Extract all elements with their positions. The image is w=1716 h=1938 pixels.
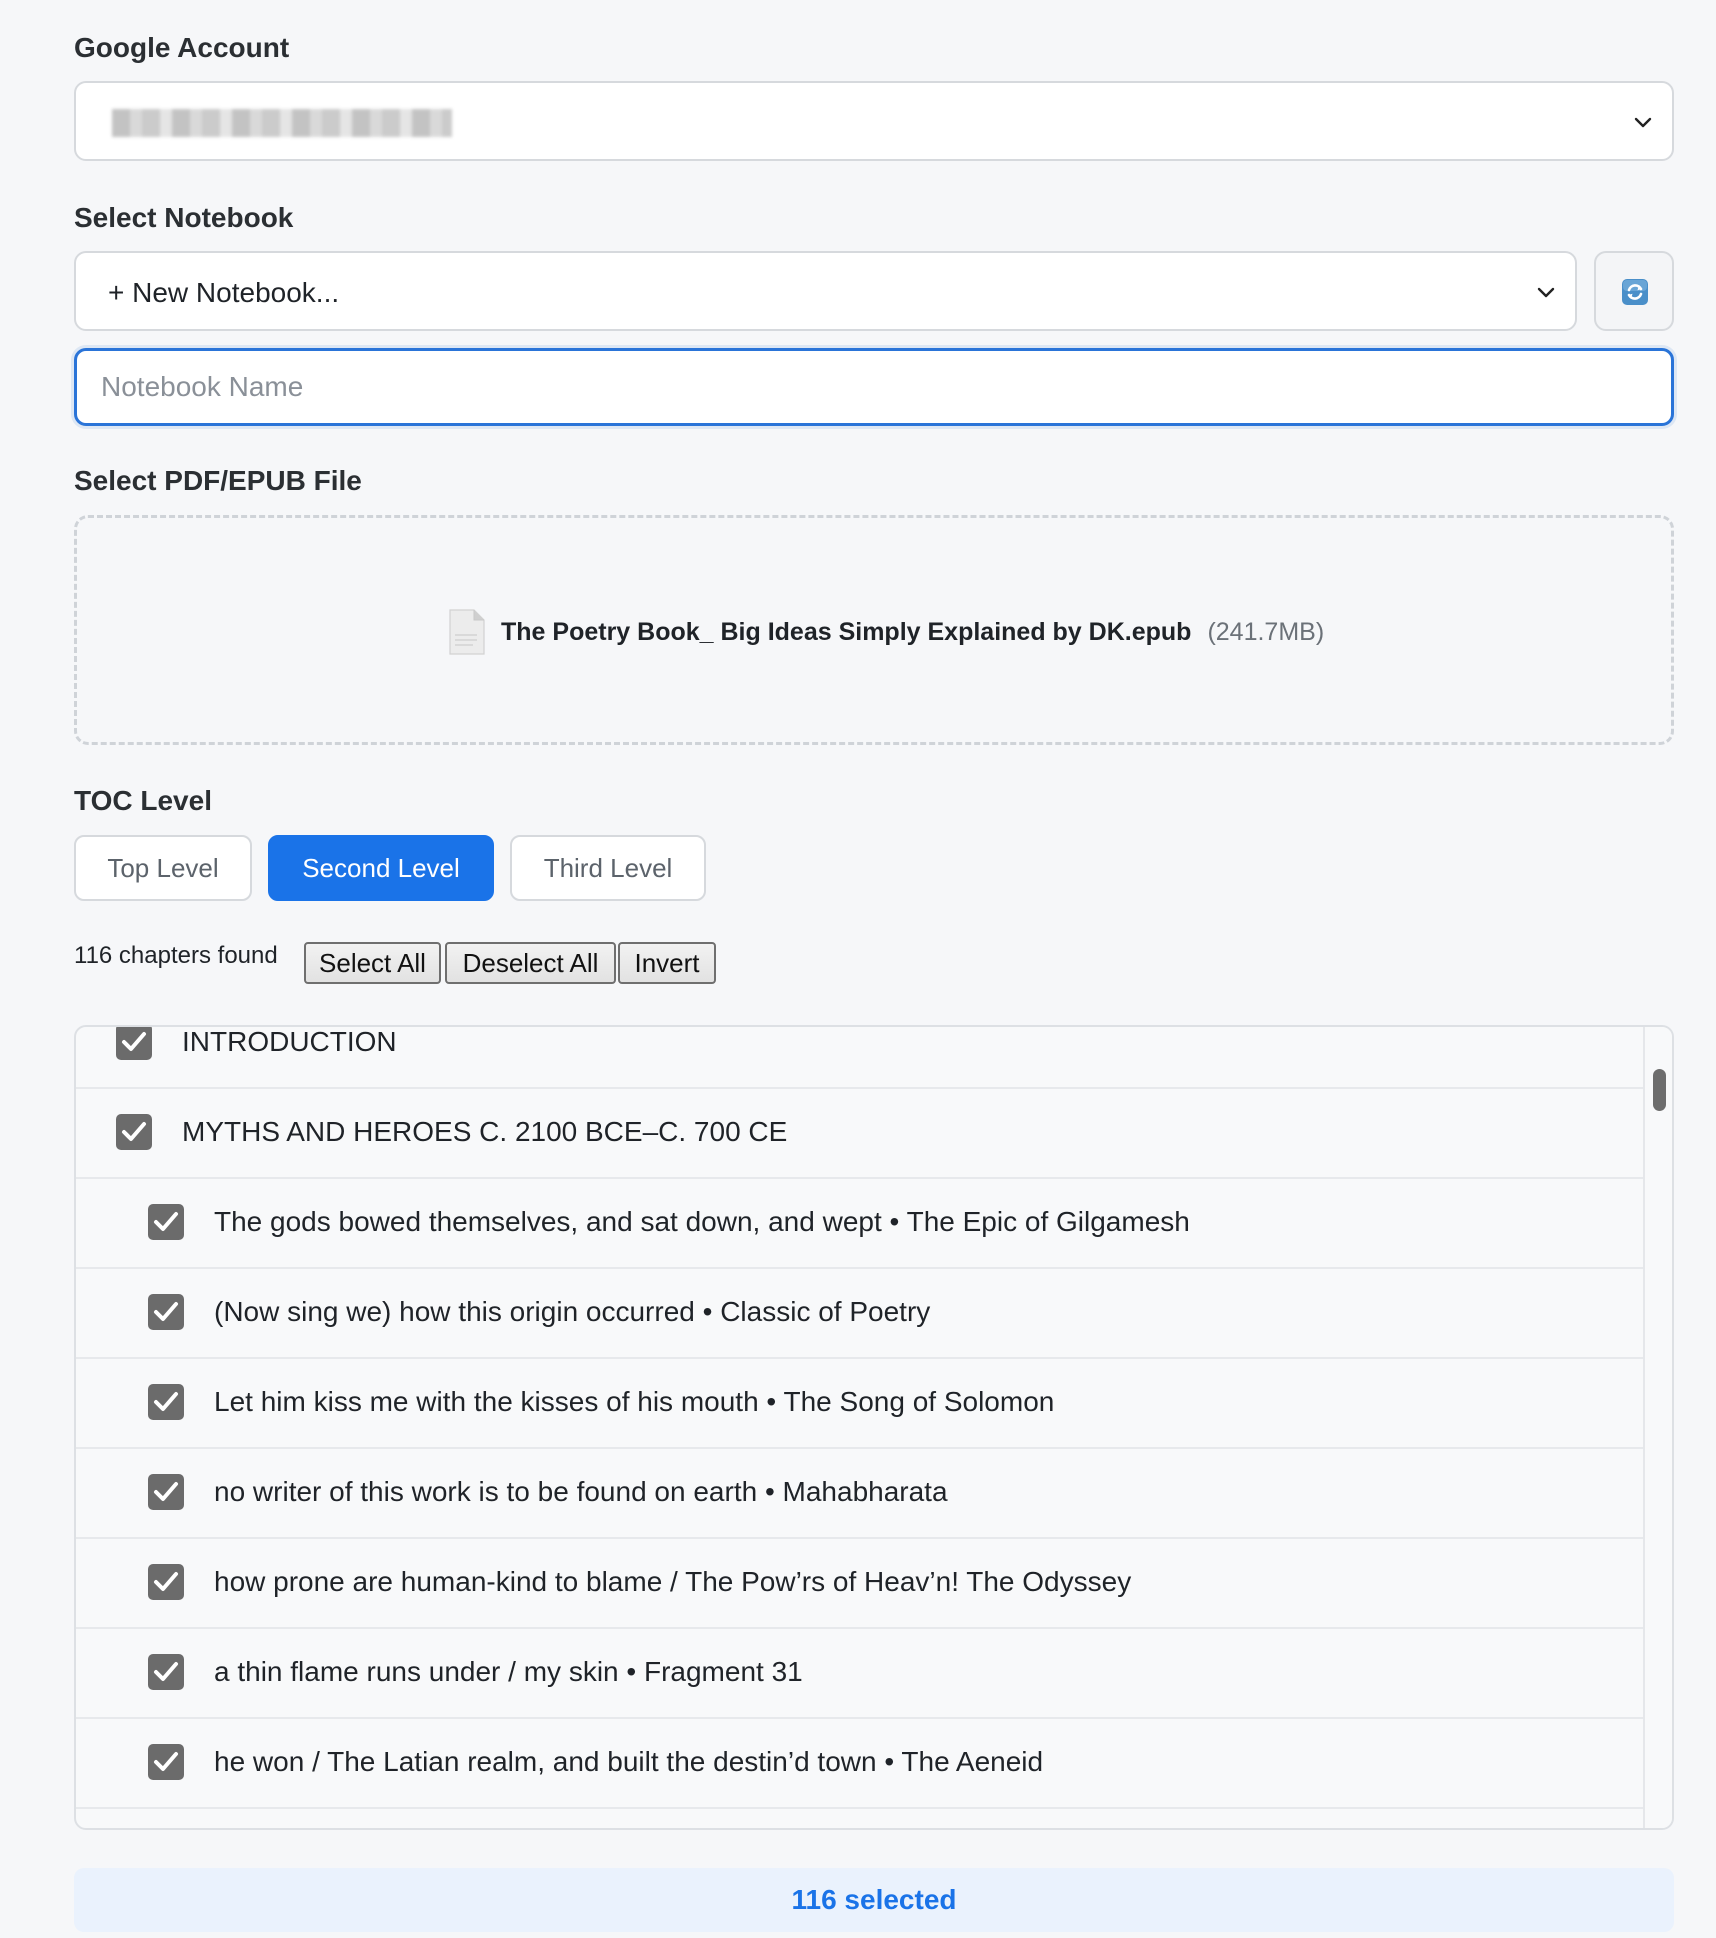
chapter-row[interactable]: Let him kiss me with the kisses of his m… (76, 1359, 1643, 1449)
selected-file: The Poetry Book_ Big Ideas Simply Explai… (447, 606, 1324, 658)
chapter-title: (Now sing we) how this origin occurred •… (214, 1296, 931, 1327)
chapter-row[interactable]: he won / The Latian realm, and built the… (76, 1719, 1643, 1809)
document-icon (449, 609, 485, 655)
chapter-checkbox[interactable] (148, 1744, 184, 1780)
account-email-redacted (112, 109, 452, 137)
toc-second-level-button[interactable]: Second Level (268, 835, 494, 901)
chapter-title: Let him kiss me with the kisses of his m… (214, 1386, 1055, 1417)
chapter-title: he won / The Latian realm, and built the… (214, 1746, 1044, 1777)
deselect-all-button[interactable]: Deselect All (445, 942, 616, 984)
checkmark-icon (122, 1122, 146, 1141)
checkmark-icon (122, 1032, 146, 1051)
chapter-row[interactable]: The gods bowed themselves, and sat down,… (76, 1179, 1643, 1269)
chapter-list[interactable]: INTRODUCTION MYTHS AND HEROES C. 2100 BCE… (74, 1025, 1674, 1830)
checkmark-icon (154, 1302, 178, 1321)
checkmark-icon (154, 1392, 178, 1411)
chapter-checkbox[interactable] (148, 1564, 184, 1600)
select-file-label: Select PDF/EPUB File (74, 465, 362, 496)
notebook-select[interactable]: + New Notebook... (74, 251, 1577, 331)
file-name: The Poetry Book_ Big Ideas Simply Explai… (501, 617, 1192, 646)
chapter-checkbox[interactable] (148, 1294, 184, 1330)
chapter-checkbox[interactable] (148, 1474, 184, 1510)
chevron-down-icon (1537, 287, 1555, 298)
checkmark-icon (154, 1482, 178, 1501)
chapter-row[interactable]: MYTHS AND HEROES C. 2100 BCE–C. 700 CE (76, 1089, 1643, 1179)
checkmark-icon (154, 1212, 178, 1231)
select-all-button[interactable]: Select All (304, 942, 441, 984)
chapter-checkbox[interactable] (116, 1114, 152, 1150)
chapter-title: a thin flame runs under / my skin • Frag… (214, 1656, 803, 1687)
selected-count: 116 selected (74, 1868, 1674, 1932)
chapter-checkbox[interactable] (148, 1654, 184, 1690)
refresh-icon (1622, 279, 1648, 305)
chapter-row[interactable]: how prone are human-kind to blame / The … (76, 1539, 1643, 1629)
chapter-title: INTRODUCTION (182, 1026, 397, 1057)
chapter-row[interactable]: no writer of this work is to be found on… (76, 1449, 1643, 1539)
chapter-title: MYTHS AND HEROES C. 2100 BCE–C. 700 CE (182, 1116, 788, 1147)
chapter-checkbox[interactable] (148, 1384, 184, 1420)
select-notebook-label: Select Notebook (74, 202, 294, 233)
notebook-name-input[interactable] (74, 348, 1674, 426)
chapter-title: how prone are human-kind to blame / The … (214, 1566, 1132, 1597)
google-account-label: Google Account (74, 32, 290, 63)
chapters-found-count: 116 chapters found (74, 942, 278, 969)
checkmark-icon (154, 1752, 178, 1771)
toc-top-level-button[interactable]: Top Level (74, 835, 252, 901)
notebook-select-value: + New Notebook... (108, 277, 340, 308)
refresh-notebooks-button[interactable] (1594, 251, 1674, 331)
file-dropzone[interactable]: The Poetry Book_ Big Ideas Simply Explai… (74, 515, 1674, 745)
checkmark-icon (154, 1662, 178, 1681)
chapter-checkbox[interactable] (116, 1027, 152, 1060)
file-size: (241.7MB) (1207, 617, 1325, 646)
chevron-down-icon (1634, 117, 1652, 128)
invert-selection-button[interactable]: Invert (618, 942, 716, 984)
chapter-row[interactable]: a thin flame runs under / my skin • Frag… (76, 1629, 1643, 1719)
toc-third-level-button[interactable]: Third Level (510, 835, 706, 901)
chapter-title: The gods bowed themselves, and sat down,… (214, 1206, 1190, 1237)
toc-level-label: TOC Level (74, 785, 212, 816)
google-account-select[interactable] (74, 81, 1674, 161)
scrollbar-thumb[interactable] (1653, 1069, 1666, 1111)
chapter-title: no writer of this work is to be found on… (214, 1476, 948, 1507)
chapter-row[interactable]: INTRODUCTION (76, 1026, 1643, 1089)
list-scrollbar[interactable] (1643, 1027, 1672, 1828)
checkmark-icon (154, 1572, 178, 1591)
chapter-checkbox[interactable] (148, 1204, 184, 1240)
chapter-row[interactable]: (Now sing we) how this origin occurred •… (76, 1269, 1643, 1359)
